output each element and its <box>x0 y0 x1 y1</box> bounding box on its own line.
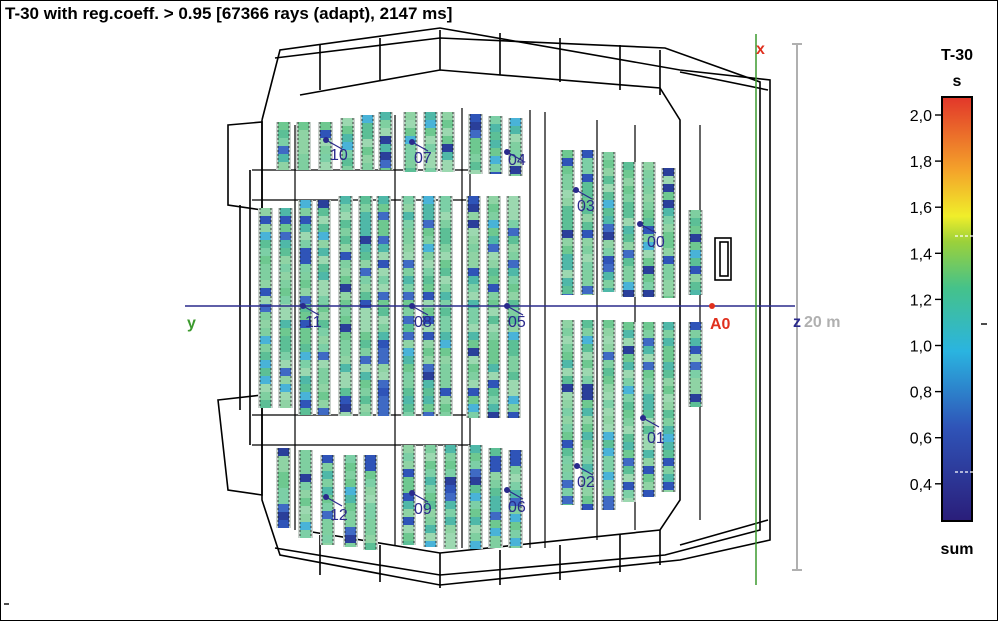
receiver-label: 12 <box>330 507 348 524</box>
seating-block <box>468 445 483 549</box>
receiver-label: 01 <box>647 430 665 447</box>
seating-block <box>258 208 273 408</box>
room-plan: y x z 20 m A0 10 07 04 03 00 11 08 05 01 02 12 09 06… <box>4 27 987 605</box>
seating-block <box>360 115 375 170</box>
origin-marker <box>709 303 715 309</box>
seating-block <box>378 112 393 170</box>
seating-block <box>486 196 501 418</box>
receiver-label: 10 <box>330 147 348 164</box>
seating-block <box>343 455 358 547</box>
seating-block <box>466 196 481 418</box>
seating-block <box>641 322 656 497</box>
origin-label: A0 <box>710 316 731 333</box>
seating-block <box>443 445 458 549</box>
seating-block <box>621 162 636 297</box>
receiver-label: 02 <box>577 474 595 491</box>
seating-block <box>488 116 503 174</box>
seating-block <box>661 168 676 298</box>
scale-label: 20 m <box>804 314 840 331</box>
colorbar-tick-label: 1,4 <box>910 246 932 263</box>
receiver-label: 04 <box>508 152 526 169</box>
colorbar-unit: s <box>953 73 962 90</box>
seating-block <box>621 322 636 502</box>
seating-block <box>560 320 575 505</box>
seating-results <box>258 112 703 550</box>
seating-block <box>316 200 331 415</box>
receiver-label: 00 <box>647 234 665 251</box>
colorbar-tick-label: 1,8 <box>910 154 932 171</box>
colorbar-tick-label: 1,2 <box>910 292 932 309</box>
receiver-label: 06 <box>508 499 526 516</box>
seating-block <box>601 152 616 292</box>
seating-block <box>661 322 676 492</box>
colorbar-title: T-30 <box>941 47 973 64</box>
colorbar-tick-label: 2,0 <box>910 108 932 125</box>
seating-block <box>580 150 595 295</box>
receiver-label: 05 <box>508 314 526 331</box>
y-axis-label: y <box>187 315 196 332</box>
seating-block <box>560 150 575 295</box>
seating-block <box>641 162 656 297</box>
seating-block <box>276 122 291 170</box>
seating-block <box>688 322 703 407</box>
seating-block <box>488 448 503 548</box>
seating-block <box>601 320 616 510</box>
seating-block <box>423 445 438 547</box>
receiver-label: 07 <box>414 150 432 167</box>
seating-block <box>320 455 335 545</box>
seating-block <box>440 112 455 172</box>
seating-block <box>468 114 483 174</box>
colorbar-gradient <box>943 98 971 520</box>
colorbar-tick-label: 1,0 <box>910 339 932 356</box>
colorbar-tick-label: 1,6 <box>910 200 932 217</box>
seating-block <box>363 455 378 550</box>
scale-bar <box>792 43 802 571</box>
z-axis-label: z <box>793 314 801 331</box>
seating-block <box>278 208 293 408</box>
seating-block <box>298 450 313 538</box>
receiver-label: 09 <box>414 501 432 518</box>
receiver-label: 11 <box>305 314 322 331</box>
colorbar: T-30 s 2,0 1,8 1,6 1,4 1,2 1,0 0,8 0,6 0,4 sum <box>910 47 987 558</box>
receiver-label: 08 <box>414 314 432 331</box>
seating-block <box>276 448 291 528</box>
seating-block <box>296 122 311 170</box>
colorbar-tick-label: 0,4 <box>910 477 932 494</box>
colorbar-footer: sum <box>941 541 974 558</box>
colorbar-tick-label: 0,8 <box>910 385 932 402</box>
seating-block <box>688 210 703 295</box>
colorbar-tick-label: 0,6 <box>910 431 932 448</box>
receiver-label: 03 <box>577 198 595 215</box>
x-axis-label: x <box>756 41 765 58</box>
